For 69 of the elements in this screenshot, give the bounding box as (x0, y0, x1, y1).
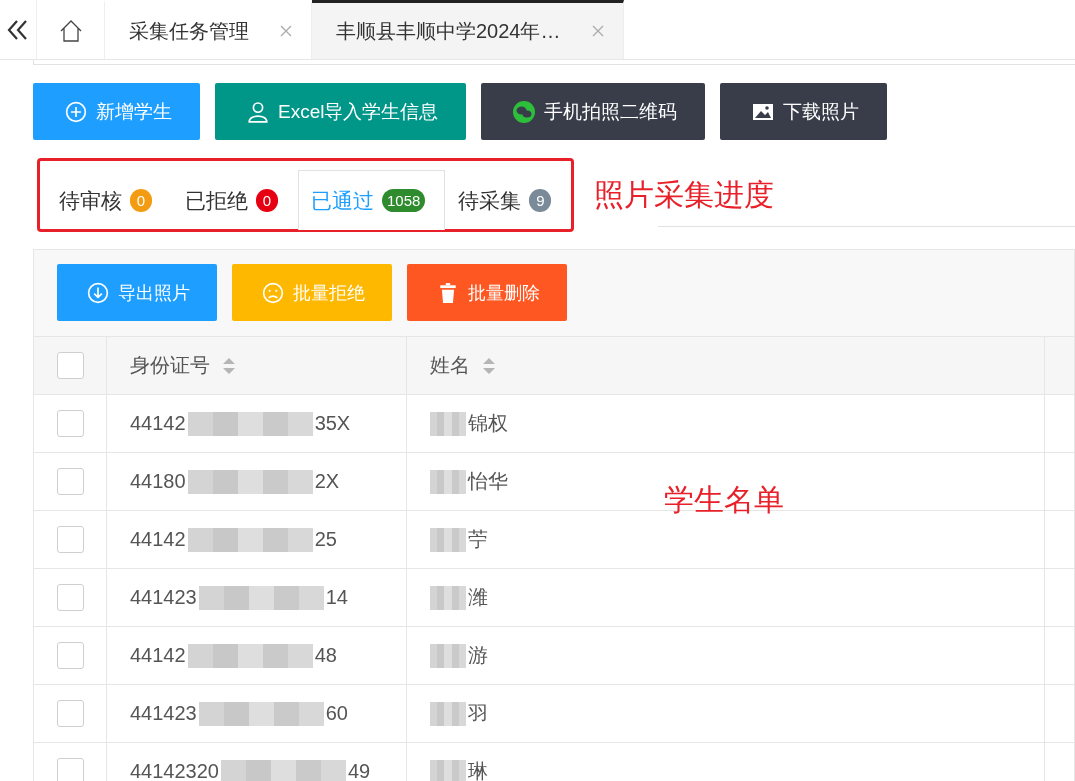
status-label: 待审核 (59, 187, 122, 214)
count-badge: 9 (529, 189, 552, 212)
redaction-mosaic (430, 701, 466, 726)
action-button[interactable]: 下载照片 (720, 83, 888, 140)
row-checkbox[interactable] (56, 526, 84, 553)
id-number-end: 25 (314, 528, 337, 551)
row-checkbox[interactable] (56, 584, 84, 611)
row-checkbox[interactable] (56, 468, 84, 495)
id-number-end: 60 (325, 702, 348, 725)
row-checkbox[interactable] (56, 410, 84, 437)
annotation-text: 学生名单 (664, 482, 784, 518)
id-number-end: 35X (314, 412, 351, 435)
status-label: 已拒绝 (185, 187, 248, 214)
count-badge: 0 (130, 189, 152, 212)
id-number-start: 44142320 (130, 760, 219, 781)
status-tab[interactable]: 待采集 9 (445, 170, 572, 230)
action-button[interactable]: Excel导入学生信息 (215, 83, 467, 140)
redaction-mosaic (430, 411, 466, 436)
name-end: 琳 (468, 759, 488, 781)
tab-title: 丰顺县丰顺中学2024年… (336, 18, 561, 44)
redaction-mosaic (430, 643, 466, 668)
id-number-end: 49 (348, 760, 371, 781)
sort-icon[interactable] (222, 356, 236, 375)
id-number-end: 2X (314, 470, 340, 493)
frown-face-icon (262, 281, 284, 304)
id-number-end: 48 (314, 644, 337, 667)
download-circle-icon (87, 281, 109, 304)
count-badge: 1058 (382, 189, 426, 212)
id-number-start: 44180 (130, 470, 186, 493)
close-icon[interactable] (279, 24, 293, 38)
id-number-start: 44142 (130, 412, 186, 435)
row-checkbox[interactable] (56, 758, 84, 781)
status-tab[interactable]: 已拒绝 0 (172, 170, 298, 230)
close-icon[interactable] (590, 24, 605, 38)
sort-icon[interactable] (482, 356, 496, 375)
redaction-mosaic (430, 527, 466, 552)
name-end: 苧 (468, 527, 488, 552)
status-tab[interactable]: 已通过 1058 (298, 170, 446, 230)
name-end: 游 (468, 643, 488, 668)
redaction-mosaic (430, 469, 466, 494)
id-number-start: 44142 (130, 528, 186, 551)
name-end: 潍 (468, 585, 488, 610)
home-icon (58, 19, 83, 43)
name-end: 锦权 (468, 411, 508, 436)
page-tab[interactable]: 丰顺县丰顺中学2024年… (312, 0, 624, 59)
action-button[interactable]: 手机拍照二维码 (481, 83, 706, 140)
tab-title: 采集任务管理 (129, 18, 249, 44)
id-number-start: 441423 (130, 702, 197, 725)
select-all-checkbox[interactable] (56, 352, 84, 379)
plus-circle-icon (65, 100, 87, 123)
name-end: 怡华 (468, 469, 508, 494)
row-checkbox[interactable] (56, 642, 84, 669)
chat-bubbles-icon (513, 100, 536, 123)
user-icon (247, 100, 269, 123)
row-checkbox[interactable] (56, 700, 84, 727)
column-header[interactable]: 姓名 (430, 352, 470, 379)
redaction-mosaic (430, 585, 466, 610)
status-tab[interactable]: 待审核 0 (46, 170, 172, 230)
status-label: 待采集 (458, 187, 522, 214)
status-label: 已通过 (311, 187, 374, 214)
id-number-start: 441423 (130, 586, 197, 609)
id-number-end: 14 (325, 586, 348, 609)
trash-icon (437, 281, 459, 304)
redaction-mosaic (430, 759, 466, 781)
annotation-text: 照片采集进度 (594, 176, 775, 213)
count-badge: 0 (256, 189, 278, 212)
column-header[interactable]: 身份证号 (130, 352, 210, 379)
name-end: 羽 (468, 701, 488, 726)
id-number-start: 44142 (130, 644, 186, 667)
